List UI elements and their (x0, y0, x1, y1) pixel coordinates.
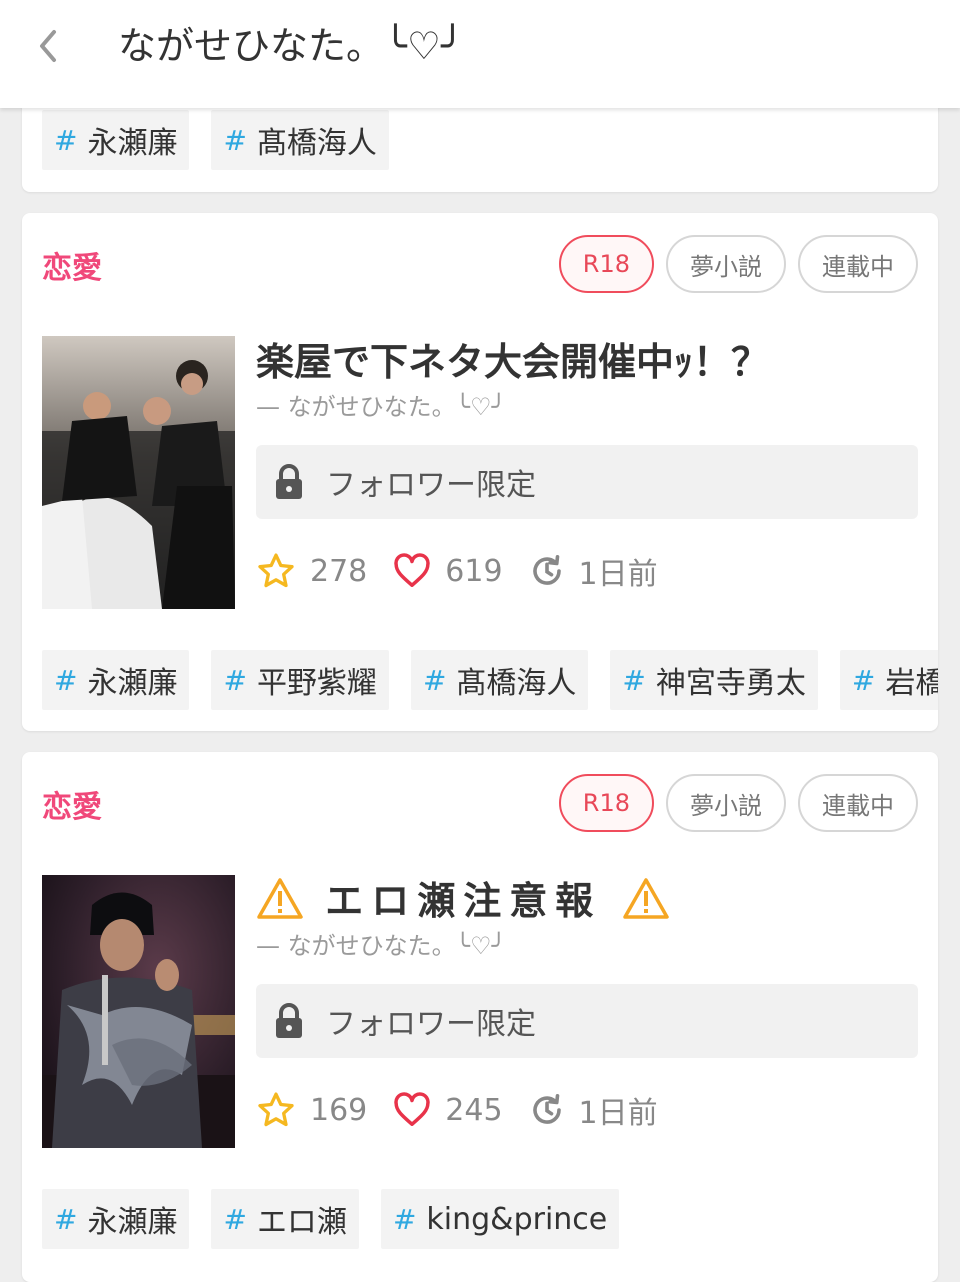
tag-list: # 永瀬廉 # エロ瀬 # king&prince (42, 1189, 620, 1249)
lock-icon (276, 464, 302, 499)
tag[interactable]: # 神宮寺勇太 (610, 650, 818, 710)
genre-label: 恋愛 (42, 790, 102, 825)
tag[interactable]: # 永瀬廉 (42, 650, 190, 710)
tag[interactable]: # 平野紫耀 (211, 650, 389, 710)
cover-image[interactable] (42, 336, 235, 609)
hashtag-icon: # (223, 123, 247, 157)
hearts-stat: 245 (393, 1092, 503, 1128)
tag[interactable]: # 髙橋海人 (211, 110, 389, 170)
badge-list: R18 夢小説 連載中 (558, 235, 918, 293)
updated-stat: 1日前 (529, 549, 658, 593)
work-info: エロ瀬注意報 — ながせひなた。╰♡╯ フォロワー限定 169 245 1日前 (256, 874, 918, 1132)
tag[interactable]: # エロ瀬 (211, 1189, 359, 1249)
status-badge: 連載中 (798, 774, 918, 832)
follower-only-notice: フォロワー限定 (256, 445, 918, 519)
lock-label: フォロワー限定 (326, 468, 536, 503)
tag[interactable]: # king&prince (380, 1189, 620, 1249)
work-card[interactable]: 恋愛 R18 夢小説 連載中 楽屋で下ネタ大会開催中ｯ！？ — ながせひなた。╰… (22, 213, 938, 731)
cover-image[interactable] (42, 875, 235, 1148)
hashtag-icon: # (392, 1202, 417, 1236)
hashtag-icon: # (851, 663, 876, 697)
author-name[interactable]: — ながせひなた。╰♡╯ (256, 930, 918, 962)
stars-stat: 278 (256, 551, 367, 591)
hashtag-icon: # (223, 663, 247, 697)
warning-icon (257, 878, 303, 919)
history-icon (532, 554, 561, 585)
lock-label: フォロワー限定 (326, 1007, 536, 1042)
tag[interactable]: # 永瀬廉 (42, 1189, 190, 1249)
work-title: エロ瀬注意報 (325, 879, 602, 923)
star-icon (258, 1092, 294, 1127)
author-name[interactable]: — ながせひなた。╰♡╯ (256, 391, 918, 423)
updated-stat: 1日前 (529, 1088, 658, 1132)
work-info: 楽屋で下ネタ大会開催中ｯ！？ — ながせひなた。╰♡╯ フォロワー限定 278 (256, 335, 918, 593)
heart-icon (394, 1092, 430, 1126)
status-badge: 連載中 (798, 235, 918, 293)
hashtag-icon: # (422, 663, 447, 697)
type-badge: 夢小説 (666, 235, 786, 293)
star-icon (258, 553, 294, 588)
r18-badge: R18 (558, 235, 654, 293)
follower-only-notice: フォロワー限定 (256, 984, 918, 1058)
work-stats: 278 619 1日前 (256, 549, 918, 593)
hashtag-icon: # (54, 123, 78, 157)
work-title[interactable]: 楽屋で下ネタ大会開催中ｯ！？ (256, 335, 918, 389)
page-title: ながせひなた。╰♡╯ (118, 24, 464, 68)
heart-icon (394, 553, 430, 587)
r18-badge: R18 (558, 774, 654, 832)
hashtag-icon: # (622, 663, 646, 697)
stars-stat: 169 (256, 1090, 367, 1130)
app-header: ながせひなた。╰♡╯ (0, 0, 960, 108)
chevron-left-icon (40, 30, 56, 62)
warning-icon (623, 878, 670, 919)
tag[interactable]: # 髙橋海人 (410, 650, 589, 710)
genre-label: 恋愛 (42, 251, 102, 286)
back-button[interactable] (24, 22, 72, 70)
tag-list: # 永瀬廉 # 髙橋海人 (42, 110, 389, 170)
tag[interactable]: # 永瀬廉 (42, 110, 190, 170)
tag[interactable]: # 岩橋 (839, 650, 938, 710)
tag-list: # 永瀬廉 # 平野紫耀 # 髙橋海人 # 神宮寺勇太 # 岩橋 (42, 650, 938, 710)
work-stats: 169 245 1日前 (256, 1088, 918, 1132)
hashtag-icon: # (54, 663, 78, 697)
hearts-stat: 619 (393, 553, 503, 589)
history-icon (532, 1093, 561, 1124)
work-card[interactable]: 恋愛 R18 夢小説 連載中 エロ瀬注意報 — ながせひなた。╰♡╯ フォロワー… (22, 752, 938, 1282)
type-badge: 夢小説 (666, 774, 786, 832)
hashtag-icon: # (223, 1202, 247, 1236)
lock-icon (276, 1003, 302, 1038)
hashtag-icon: # (54, 1202, 78, 1236)
badge-list: R18 夢小説 連載中 (558, 774, 918, 832)
work-title-row[interactable]: エロ瀬注意報 (256, 874, 918, 928)
